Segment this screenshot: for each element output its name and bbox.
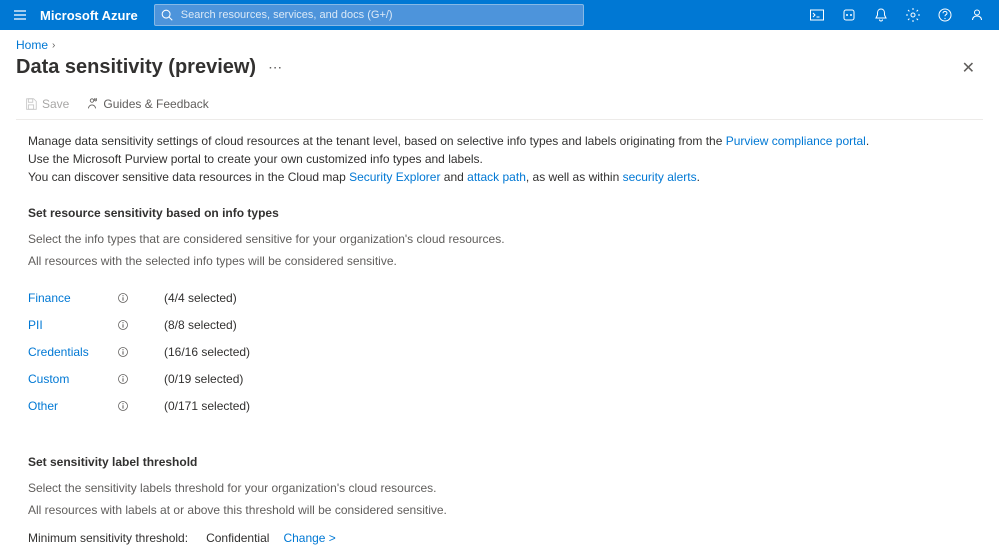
info-type-count: (8/8 selected) bbox=[164, 316, 237, 334]
content: Manage data sensitivity settings of clou… bbox=[0, 120, 999, 559]
threshold-row: Minimum sensitivity threshold: Confident… bbox=[28, 529, 971, 547]
hamburger-icon[interactable] bbox=[8, 3, 32, 27]
guides-button[interactable]: Guides & Feedback bbox=[85, 97, 208, 111]
copilot-icon[interactable] bbox=[835, 1, 863, 29]
intro-line3: You can discover sensitive data resource… bbox=[28, 168, 971, 186]
more-actions-button[interactable]: ⋯ bbox=[268, 59, 283, 76]
intro-text: Manage data sensitivity settings of clou… bbox=[28, 134, 726, 148]
info-icon[interactable] bbox=[116, 372, 130, 386]
intro-text: and bbox=[440, 170, 467, 184]
intro-line2: Use the Microsoft Purview portal to crea… bbox=[28, 150, 971, 168]
info-type-row: PII (8/8 selected) bbox=[28, 311, 971, 338]
security-explorer-link[interactable]: Security Explorer bbox=[349, 170, 440, 184]
settings-icon[interactable] bbox=[899, 1, 927, 29]
threshold-label: Minimum sensitivity threshold: bbox=[28, 529, 188, 547]
topbar-actions bbox=[803, 1, 991, 29]
section1-desc2: All resources with the selected info typ… bbox=[28, 252, 971, 270]
section1-heading: Set resource sensitivity based on info t… bbox=[28, 204, 971, 222]
info-type-pii[interactable]: PII bbox=[28, 316, 108, 334]
info-icon[interactable] bbox=[116, 291, 130, 305]
intro-text: , as well as within bbox=[526, 170, 623, 184]
info-type-row: Credentials (16/16 selected) bbox=[28, 338, 971, 365]
section2-heading: Set sensitivity label threshold bbox=[28, 453, 971, 471]
attack-path-link[interactable]: attack path bbox=[467, 170, 526, 184]
top-bar: Microsoft Azure bbox=[0, 0, 999, 30]
guides-icon bbox=[85, 97, 99, 111]
info-type-row: Other (0/171 selected) bbox=[28, 392, 971, 419]
brand-label[interactable]: Microsoft Azure bbox=[40, 8, 138, 23]
security-alerts-link[interactable]: security alerts bbox=[623, 170, 697, 184]
search-wrap bbox=[154, 4, 584, 26]
page-header: Data sensitivity (preview) ⋯ ✕ bbox=[0, 56, 999, 91]
info-type-count: (0/171 selected) bbox=[164, 397, 250, 415]
search-input[interactable] bbox=[154, 4, 584, 26]
threshold-value: Confidential bbox=[206, 529, 269, 547]
info-icon[interactable] bbox=[116, 318, 130, 332]
breadcrumb-home[interactable]: Home bbox=[16, 38, 48, 52]
intro-line1: Manage data sensitivity settings of clou… bbox=[28, 132, 971, 150]
info-types-table: Finance (4/4 selected) PII (8/8 selected… bbox=[28, 284, 971, 419]
cloud-shell-icon[interactable] bbox=[803, 1, 831, 29]
feedback-icon[interactable] bbox=[963, 1, 991, 29]
intro-text: . bbox=[866, 134, 869, 148]
info-type-credentials[interactable]: Credentials bbox=[28, 343, 108, 361]
chevron-right-icon: › bbox=[52, 40, 55, 51]
threshold-change-link[interactable]: Change > bbox=[283, 529, 335, 547]
breadcrumb: Home › bbox=[0, 30, 999, 56]
guides-label: Guides & Feedback bbox=[103, 97, 208, 111]
info-type-count: (4/4 selected) bbox=[164, 289, 237, 307]
save-label: Save bbox=[42, 97, 69, 111]
intro-text: You can discover sensitive data resource… bbox=[28, 170, 349, 184]
save-icon bbox=[24, 97, 38, 111]
info-type-other[interactable]: Other bbox=[28, 397, 108, 415]
intro-text: . bbox=[697, 170, 700, 184]
info-type-custom[interactable]: Custom bbox=[28, 370, 108, 388]
info-type-count: (16/16 selected) bbox=[164, 343, 250, 361]
section2-desc2: All resources with labels at or above th… bbox=[28, 501, 971, 519]
section1-desc1: Select the info types that are considere… bbox=[28, 230, 971, 248]
purview-portal-link[interactable]: Purview compliance portal bbox=[726, 134, 866, 148]
close-button[interactable]: ✕ bbox=[962, 58, 975, 78]
info-type-finance[interactable]: Finance bbox=[28, 289, 108, 307]
search-icon bbox=[160, 8, 174, 22]
section2-desc1: Select the sensitivity labels threshold … bbox=[28, 479, 971, 497]
info-type-row: Custom (0/19 selected) bbox=[28, 365, 971, 392]
info-icon[interactable] bbox=[116, 345, 130, 359]
info-type-count: (0/19 selected) bbox=[164, 370, 243, 388]
info-type-row: Finance (4/4 selected) bbox=[28, 284, 971, 311]
help-icon[interactable] bbox=[931, 1, 959, 29]
notifications-icon[interactable] bbox=[867, 1, 895, 29]
page-title: Data sensitivity (preview) bbox=[16, 56, 256, 79]
save-button[interactable]: Save bbox=[24, 97, 69, 111]
toolbar: Save Guides & Feedback bbox=[0, 91, 999, 117]
info-icon[interactable] bbox=[116, 399, 130, 413]
